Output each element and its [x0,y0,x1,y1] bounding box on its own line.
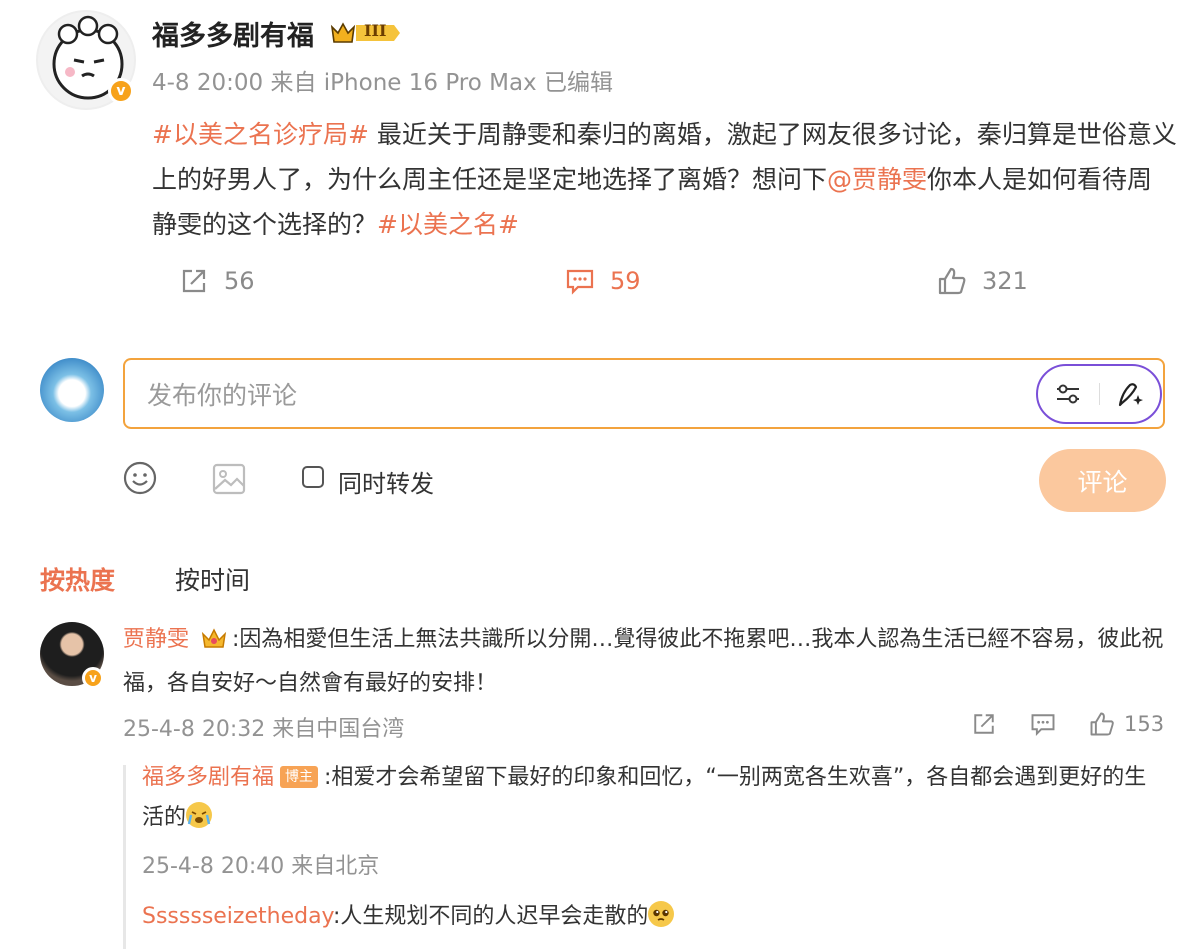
mention-link[interactable]: @贾静雯 [827,165,927,194]
comment-button[interactable]: 59 [564,265,641,297]
image-button[interactable] [211,461,247,501]
repost-checkbox[interactable] [302,466,324,488]
comment-meta: 25-4-8 20:32 来自中国台湾 [123,717,405,742]
like-icon [938,267,966,295]
repost-checkbox-label[interactable]: 同时转发 [338,464,434,499]
comment-input[interactable] [145,372,1029,418]
reply-text: :人生规划不同的人迟早会走散的 [332,904,649,929]
comment-like-count: 153 [1124,712,1165,736]
like-count: 321 [982,267,1028,295]
comment-input-box[interactable] [123,358,1165,429]
post-author-name[interactable]: 福多多剧有福 [152,14,314,53]
like-button[interactable]: 321 [936,265,1028,297]
ai-write-icon[interactable] [1100,379,1161,409]
comment-like-button[interactable]: 153 [1088,710,1164,738]
my-avatar[interactable] [40,358,104,422]
comment-text: :因為相愛但生活上無法共識所以分開…覺得彼此不拖累吧…我本人認為生活已經不容易，… [123,627,1164,696]
reply-meta: 25-4-8 20:40 来自北京 [142,854,380,879]
image-icon [212,463,246,495]
post-content: #以美之名诊疗局# 最近关于周静雯和秦归的离婚，激起了网友很多讨论，秦归算是世俗… [152,112,1177,247]
crown-icon [200,624,228,664]
tab-sort-time[interactable]: 按时间 [175,561,250,597]
composer-tools [1036,364,1162,424]
comment-reply-button[interactable] [1029,710,1057,738]
commenter-name[interactable]: 贾静雯 [123,627,189,652]
reply-thread-rail [123,765,126,949]
comment-repost-button[interactable] [970,710,998,738]
submit-comment-button[interactable]: 评论 [1039,449,1166,512]
post-meta: 4-8 20:00 来自 iPhone 16 Pro Max 已编辑 [152,63,613,97]
emoji-button[interactable] [122,460,158,500]
reply-body: 福多多剧有福 博主:相爱才会希望留下最好的印象和回忆，“一别两宽各生欢喜”，各自都… [142,758,1167,838]
verified-badge-icon: v [108,78,134,104]
post-edited[interactable]: 已编辑 [544,70,613,96]
reply-body: Sssssseizetheday:人生规划不同的人迟早会走散的 [142,897,1167,937]
tab-sort-hot[interactable]: 按热度 [40,561,115,597]
settings-sliders-icon[interactable] [1038,382,1099,406]
verified-badge-icon: v [82,667,104,689]
repost-icon [182,269,206,293]
host-tag-badge: 博主 [280,766,319,788]
member-level-text: III [364,21,387,40]
repost-button[interactable]: 56 [178,265,255,297]
repost-count: 56 [224,267,255,295]
reply-author-name[interactable]: Sssssseizetheday [142,904,333,929]
crying-emoji-icon [186,802,213,828]
comment-icon [1031,714,1055,736]
smiley-icon [123,461,157,495]
pleading-emoji-icon [648,901,675,927]
comment-count: 59 [610,267,641,295]
post-time[interactable]: 4-8 20:00 [152,70,263,96]
comment-icon [566,269,594,295]
topic-link[interactable]: #以美之名诊疗局# [152,120,369,149]
topic-link[interactable]: #以美之名# [377,210,519,239]
comment-body: 贾静雯 :因為相愛但生活上無法共識所以分開…覺得彼此不拖累吧…我本人認為生活已經… [123,620,1168,704]
like-icon [1090,712,1114,736]
post-source: 来自 iPhone 16 Pro Max [270,70,537,96]
reply-author-name[interactable]: 福多多剧有福 [142,765,274,790]
member-level-badge: III [328,20,402,46]
repost-icon [974,714,994,734]
